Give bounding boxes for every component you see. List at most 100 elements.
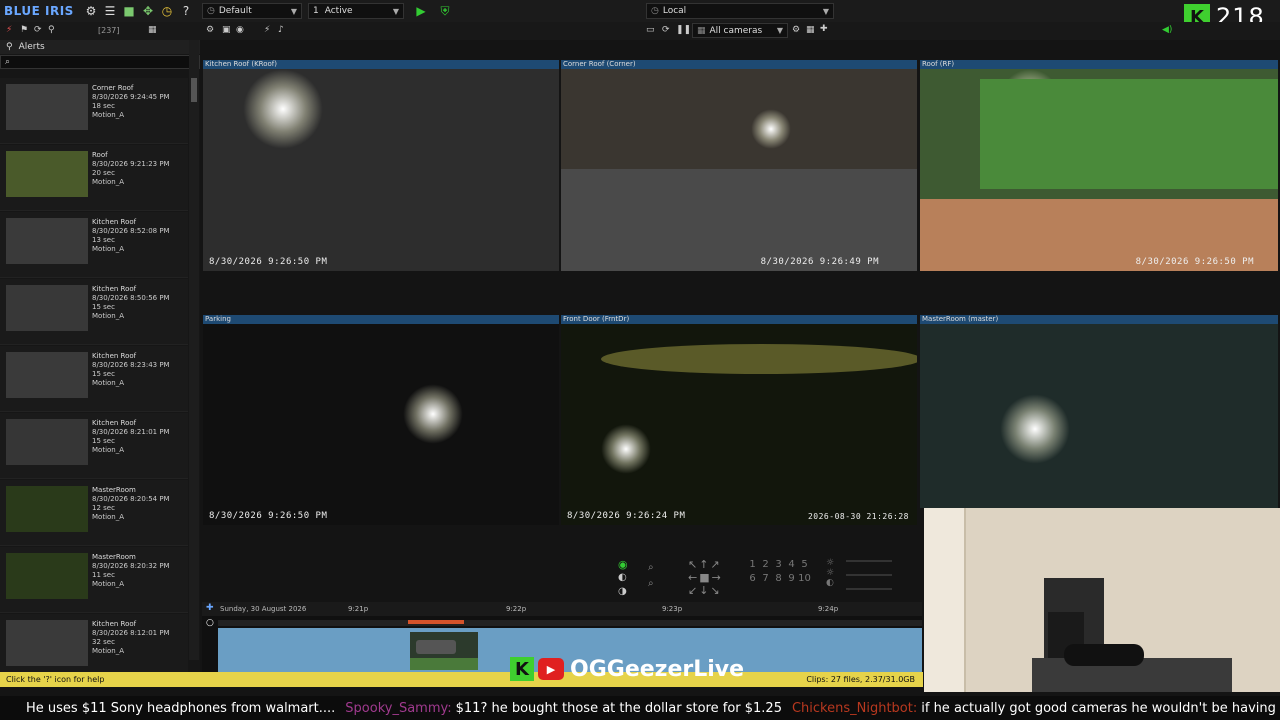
trigger-icon[interactable]: ⚡ [264, 25, 270, 35]
search-icon: ⌕ [5, 57, 11, 67]
slider[interactable] [846, 560, 892, 562]
timeline-track[interactable] [218, 620, 922, 626]
schedule-value: Active [324, 6, 353, 16]
alerts-header[interactable]: ⚲ Alerts ▼ [0, 40, 200, 54]
camera-feed [920, 324, 1278, 508]
camera-title: Kitchen Roof (KRoof) [203, 60, 559, 69]
volume-icon[interactable]: ◀) [1162, 25, 1172, 35]
help-icon[interactable]: ? [178, 3, 194, 19]
preset-button[interactable]: 4 [785, 558, 798, 572]
camera-timestamp: 8/30/2026 9:26:49 PM [760, 257, 879, 267]
filter-icon[interactable]: ⚲ [48, 25, 55, 35]
record-icon[interactable]: ◉ [236, 25, 244, 35]
camera-icon[interactable]: ■ [121, 3, 137, 19]
status-icon: ◉ [618, 558, 628, 571]
gear-icon[interactable]: ⚙ [83, 3, 99, 19]
toggle-icon[interactable]: ◐ [618, 572, 627, 583]
add-icon[interactable]: ✚ [206, 603, 214, 613]
camera-timestamp: 8/30/2026 9:26:24 PM [567, 511, 686, 521]
grid-icon[interactable]: ▦ [148, 25, 157, 35]
speaker-icon[interactable]: ♪ [278, 25, 284, 35]
timeline-date: Sunday, 30 August 2026 [220, 605, 307, 613]
slider[interactable] [846, 588, 892, 590]
camera-tile[interactable]: Parking 8/30/2026 9:26:50 PM [203, 315, 559, 525]
camera-tile[interactable]: MasterRoom (master) [920, 315, 1278, 508]
server-select[interactable]: ◷ Local ▼ [646, 3, 834, 19]
camera-tile[interactable]: Corner Roof (Corner) 8/30/2026 9:26:49 PM [561, 60, 917, 271]
preset-button[interactable]: 7 [759, 572, 772, 586]
clip-marker[interactable] [408, 620, 464, 624]
snapshot-icon[interactable]: ▣ [222, 25, 231, 35]
kick-icon: K [510, 657, 534, 681]
cc-icon[interactable]: ▭ [646, 25, 655, 35]
playhead-icon[interactable]: ○ [206, 618, 214, 628]
chevron-down-icon: ▼ [290, 6, 297, 16]
alert-item[interactable]: MasterRoom 8/30/2026 8:20:54 PM 12 sec Moti… [0, 480, 188, 546]
preset-button[interactable]: 6 [746, 572, 759, 586]
list-icon[interactable]: ☰ [102, 3, 118, 19]
play-icon[interactable]: ▶ [413, 3, 429, 19]
alert-trig: Motion_A [92, 245, 125, 253]
cycle-icon[interactable]: ⟳ [662, 25, 670, 35]
alert-item[interactable]: Kitchen Roof 8/30/2026 8:52:08 PM 13 sec Mo… [0, 212, 188, 278]
alert-item[interactable]: MasterRoom 8/30/2026 8:20:32 PM 11 sec Moti… [0, 547, 188, 613]
preset-button[interactable]: 8 [772, 572, 785, 586]
alert-info: Corner Roof 8/30/2026 9:24:45 PM 18 sec Mot… [92, 84, 170, 120]
zoom-out-icon[interactable]: ⌕ [648, 578, 654, 589]
alert-item[interactable]: Roof 8/30/2026 9:21:23 PM 20 sec Motion_A [0, 145, 188, 211]
schedule-select[interactable]: 1 Active ▼ [308, 3, 404, 19]
alert-thumbnail [6, 151, 88, 197]
preset-button[interactable]: 3 [772, 558, 785, 572]
preset-button[interactable]: 9 [785, 572, 798, 586]
alert-item[interactable]: Corner Roof 8/30/2026 9:24:45 PM 18 sec Mot… [0, 78, 188, 144]
ptz-arrows-icon[interactable]: ↖↑↗ ←■→ ↙↓↘ [688, 558, 723, 597]
alert-item[interactable]: Kitchen Roof 8/30/2026 8:50:56 PM 15 sec Mo… [0, 279, 188, 345]
alert-time: 8/30/2026 8:20:54 PM [92, 495, 170, 503]
preset-button[interactable]: 2 [759, 558, 772, 572]
camera-tile[interactable]: Roof (RF) 8/30/2026 9:26:50 PM [920, 60, 1278, 271]
layout-grid-icon[interactable]: ▦ [806, 25, 815, 35]
alert-trig: Motion_A [92, 647, 125, 655]
alert-thumbnail [6, 486, 88, 532]
camera-tile[interactable]: Kitchen Roof (KRoof) 8/30/2026 9:26:50 PM [203, 60, 559, 271]
alerts-search-input[interactable]: ⌕ [0, 55, 200, 69]
camera-group-select[interactable]: ▦ All cameras ▼ [692, 23, 788, 38]
alert-thumbnail [6, 218, 88, 264]
alert-item[interactable]: Kitchen Roof 8/30/2026 8:21:01 PM 15 sec Mo… [0, 413, 188, 479]
alert-cam: Kitchen Roof [92, 218, 137, 226]
top-toolbar: BLUE IRIS ⚙ ☰ ■ ✥ ◷ ? ◷ Default ▼ 1 Acti… [0, 0, 1280, 22]
timeline-thumbnail[interactable] [410, 632, 478, 670]
alert-icon[interactable]: ⚡ [6, 25, 12, 35]
camera-title: Roof (RF) [920, 60, 1278, 69]
camera-tile[interactable]: Front Door (FrntDr) 8/30/2026 9:26:24 PM 2… [561, 315, 917, 525]
alert-thumbnail [6, 419, 88, 465]
slider[interactable] [846, 574, 892, 576]
chat-user: Chickens_Nightbot: [791, 700, 918, 716]
preset-button[interactable]: 5 [798, 558, 811, 572]
chat-message: $11? he bought those at the dollar store… [455, 700, 782, 716]
refresh-icon[interactable]: ⟳ [34, 25, 42, 35]
settings-icon[interactable]: ⚙ [206, 25, 214, 35]
alerts-scrollbar[interactable] [189, 40, 199, 660]
preset-button[interactable]: 1 [746, 558, 759, 572]
chevron-down-icon: ▼ [776, 26, 783, 35]
preset-buttons: 1 2 3 4 5 6 7 8 9 10 [746, 558, 816, 586]
brightness-icon[interactable]: ☼ ☼ ◐ [826, 558, 834, 588]
profile-select[interactable]: ◷ Default ▼ [202, 3, 302, 19]
alert-info: MasterRoom 8/30/2026 8:20:54 PM 12 sec Moti… [92, 486, 170, 522]
shield-icon[interactable]: ⛨ [437, 3, 453, 19]
layout-settings-icon[interactable]: ⚙ [792, 25, 800, 35]
zoom-in-icon[interactable]: ⌕ [648, 562, 654, 573]
scroll-thumb[interactable] [191, 78, 197, 102]
toggle-icon[interactable]: ◑ [618, 586, 627, 597]
alert-dur: 20 sec [92, 169, 115, 177]
preset-button[interactable]: 10 [798, 572, 811, 586]
alert-item[interactable]: Kitchen Roof 8/30/2026 8:23:43 PM 15 sec Mo… [0, 346, 188, 412]
pause-icon[interactable]: ❚❚ [676, 25, 691, 35]
flag-icon[interactable]: ⚑ [20, 25, 28, 35]
alert-trig: Motion_A [92, 312, 125, 320]
move-icon[interactable]: ✥ [140, 3, 156, 19]
alert-item[interactable]: Kitchen Roof 8/30/2026 8:12:01 PM 32 sec Mo… [0, 614, 188, 672]
add-icon[interactable]: ✚ [820, 24, 828, 34]
clock-icon[interactable]: ◷ [159, 3, 175, 19]
